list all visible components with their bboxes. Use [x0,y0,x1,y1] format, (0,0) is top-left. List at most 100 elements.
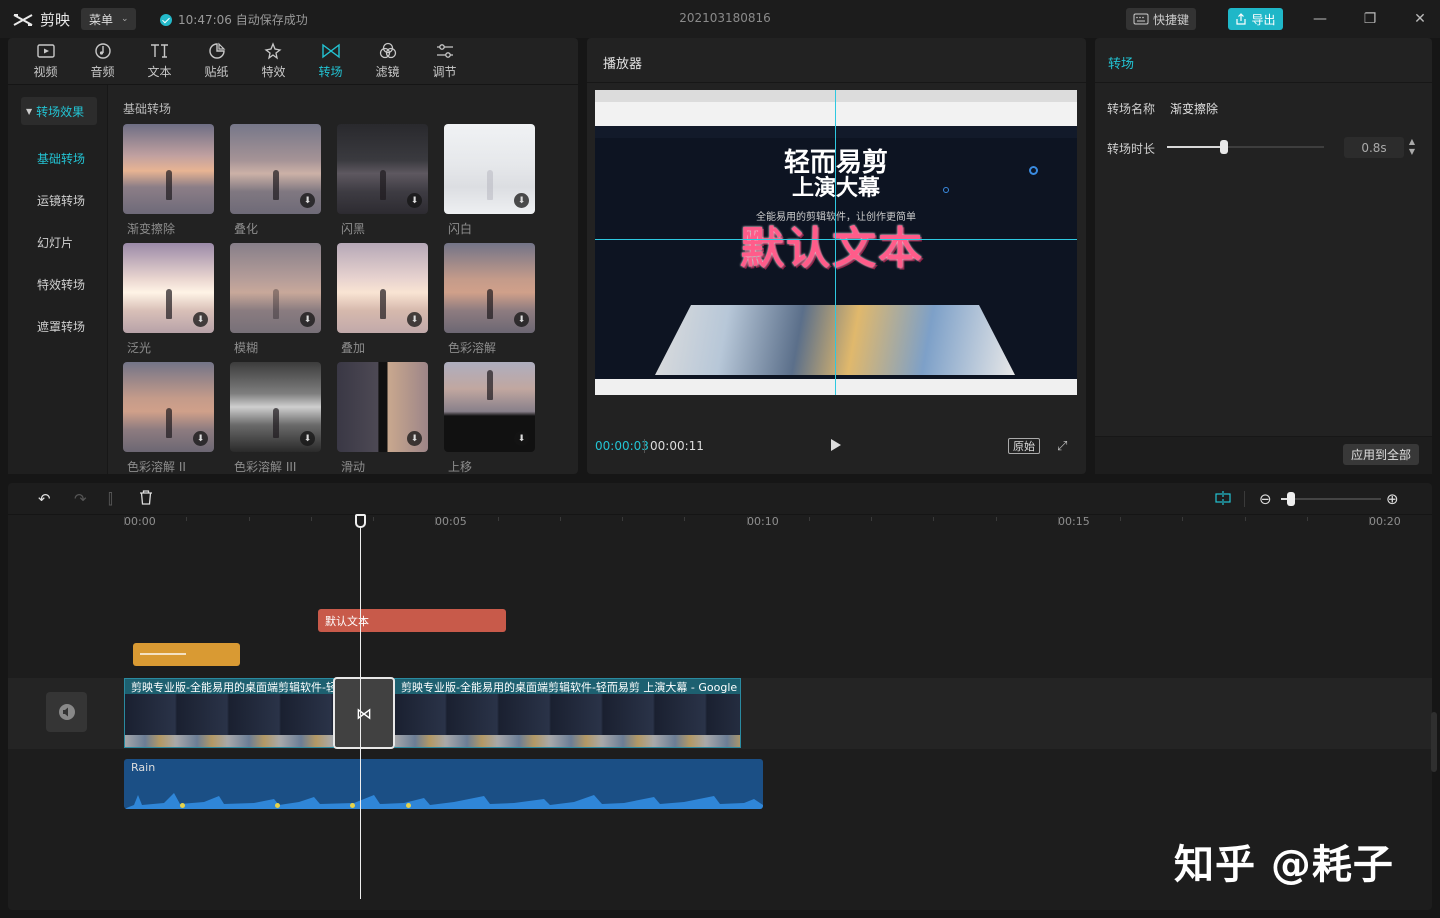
ruler-tick [310,517,312,521]
properties-title[interactable]: 转场 [1108,53,1134,72]
transition-thumb-glow[interactable]: ⬇ [123,243,214,333]
timeline-scrollbar[interactable] [1431,712,1437,772]
download-icon[interactable]: ⬇ [300,193,315,208]
transition-name-value: 渐变擦除 [1170,102,1219,116]
undo-icon[interactable]: ↶ [38,490,51,508]
transition-marker[interactable]: ⋈ [333,677,395,749]
tab-transition[interactable]: 转场 [302,38,359,84]
keyboard-icon [1133,13,1149,25]
category-camera[interactable]: 运镜转场 [37,192,85,209]
tab-adjust[interactable]: 调节 [416,38,473,84]
transition-thumb-gradient-wipe[interactable] [123,124,214,214]
transition-thumb-move-up[interactable]: ⬇ [444,362,535,452]
transition-thumb-flash-white[interactable]: ⬇ [444,124,535,214]
ruler-tick [622,517,623,521]
capcut-logo-icon [13,13,33,26]
tab-text[interactable]: 文本 [131,38,188,84]
stepper-up-icon[interactable]: ▲ [1407,137,1417,147]
audio-clip[interactable]: Rain [124,759,763,809]
beat-marker [406,803,411,808]
media-panel: 视频 音频 文本 贴纸 特效 转场 滤镜 调节 ▼ 转场效果 基础转场 运镜转场… [8,38,578,474]
download-icon[interactable]: ⬇ [300,431,315,446]
tab-audio[interactable]: 音频 [74,38,131,84]
text-icon [150,44,168,58]
guide-line-vertical [835,90,836,395]
download-icon[interactable]: ⬇ [514,312,529,327]
play-icon[interactable] [831,439,841,451]
ruler-tick [1182,517,1184,521]
zoom-slider[interactable] [1281,492,1381,506]
ruler-tick [933,517,935,521]
zoom-out-icon[interactable]: ⊖ [1259,490,1272,508]
transition-thumb-color-dissolve-3[interactable]: ⬇ [230,362,321,452]
tab-sticker-label: 贴纸 [204,65,229,79]
delete-icon[interactable] [139,490,153,509]
menu-button[interactable]: 菜单 ⌄ [81,8,136,30]
category-slideshow[interactable]: 幻灯片 [37,234,73,251]
playhead[interactable] [360,517,361,899]
duration-slider-knob[interactable] [1219,140,1228,154]
export-button[interactable]: 导出 [1228,8,1283,30]
transition-thumb-flash-black[interactable]: ⬇ [337,124,428,214]
zoom-in-icon[interactable]: ⊕ [1386,490,1399,508]
tab-effects[interactable]: 特效 [245,38,302,84]
aspect-ratio-button[interactable]: 原始 [1008,438,1040,454]
transition-thumb-dissolve[interactable]: ⬇ [230,124,321,214]
category-mask[interactable]: 遮罩转场 [37,318,85,335]
download-icon[interactable]: ⬇ [300,312,315,327]
sticker-clip[interactable] [133,643,240,666]
properties-header: 转场 [1095,38,1432,83]
snap-icon[interactable] [1214,491,1232,509]
transition-label: 上移 [448,460,473,474]
duration-stepper[interactable]: ▲ ▼ [1407,137,1417,158]
close-icon[interactable]: ✕ [1408,8,1432,30]
zoom-slider-knob[interactable] [1287,492,1295,506]
effects-icon [263,42,282,60]
fullscreen-icon[interactable]: ⤢ [1057,439,1067,454]
project-name: 202103180816 [679,11,771,25]
text-clip[interactable]: 默认文本 [318,609,506,632]
preview-canvas[interactable]: 轻而易剪 上演大幕 全能易用的剪辑软件，让创作更简单 默认文本 [595,90,1077,395]
minimize-icon[interactable]: — [1308,8,1332,30]
player-panel: 播放器 轻而易剪 上演大幕 全能易用的剪辑软件，让创作更简单 默认文本 00:0… [587,38,1086,474]
timeline-toolbar: ↶ ↷ ⫿ ⊖ ⊕ [8,483,1432,515]
audio-waveform [124,793,763,809]
download-icon[interactable]: ⬇ [514,431,529,446]
transition-thumb-overlay[interactable]: ⬇ [337,243,428,333]
transition-thumb-color-dissolve[interactable]: ⬇ [444,243,535,333]
duration-input[interactable]: 0.8s [1344,137,1404,158]
category-basic[interactable]: 基础转场 [37,150,85,167]
tab-video[interactable]: 视频 [17,38,74,84]
tab-filter[interactable]: 滤镜 [359,38,416,84]
category-header[interactable]: ▼ 转场效果 [21,97,97,125]
duration-slider[interactable] [1167,140,1324,154]
download-icon[interactable]: ⬇ [514,193,529,208]
transition-thumb-slide[interactable]: ⬇ [337,362,428,452]
download-icon[interactable]: ⬇ [407,193,422,208]
section-title: 基础转场 [123,102,172,116]
transition-thumb-color-dissolve-2[interactable]: ⬇ [123,362,214,452]
preview-taskbar [595,379,1077,395]
video-clip-1-frames [125,694,333,747]
download-icon[interactable]: ⬇ [193,312,208,327]
video-clip-2[interactable]: 剪映专业版-全能易用的桌面端剪辑软件-轻而易剪 上演大幕 - Google Ch… [394,678,741,748]
ruler-tick [559,517,561,521]
preview-overlay-text[interactable]: 默认文本 [740,212,924,276]
ruler-tick [746,517,748,525]
download-icon[interactable]: ⬇ [193,431,208,446]
category-effect[interactable]: 特效转场 [37,276,85,293]
ruler-tick [497,517,499,521]
apply-to-all-button[interactable]: 应用到全部 [1343,444,1419,465]
tab-sticker[interactable]: 贴纸 [188,38,245,84]
playhead-handle[interactable] [355,514,366,528]
mute-button[interactable] [46,692,87,732]
split-icon[interactable]: ⫿ [108,490,113,508]
video-clip-1[interactable]: 剪映专业版-全能易用的桌面端剪辑软件-轻而易剪 上演大幕 - Google Ch… [124,678,334,748]
download-icon[interactable]: ⬇ [407,312,422,327]
shortcut-button[interactable]: 快捷键 [1126,8,1196,30]
download-icon[interactable]: ⬇ [407,431,422,446]
redo-icon[interactable]: ↷ [74,490,87,508]
restore-icon[interactable]: ❐ [1358,8,1382,30]
transition-thumb-blur[interactable]: ⬇ [230,243,321,333]
stepper-down-icon[interactable]: ▼ [1407,147,1417,157]
